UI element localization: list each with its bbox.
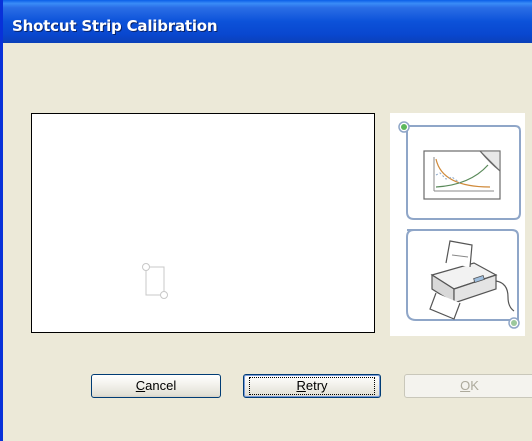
dialog-client-area: Cancel Retry OK	[3, 43, 532, 441]
cancel-label: ancel	[145, 378, 177, 393]
cancel-button[interactable]: Cancel	[91, 374, 221, 398]
retry-label: etry	[305, 378, 328, 393]
crop-rectangle-icon	[142, 263, 168, 299]
ok-accelerator: O	[460, 378, 471, 393]
retry-accelerator: R	[296, 378, 306, 393]
preview-area	[31, 113, 375, 333]
cancel-accelerator: C	[135, 378, 146, 393]
window-title: Shotcut Strip Calibration	[12, 17, 218, 35]
printer-icon	[429, 240, 515, 320]
ok-button[interactable]: OK	[404, 374, 532, 398]
curve-chart-icon	[423, 150, 501, 200]
title-bar[interactable]: Shotcut Strip Calibration	[3, 0, 532, 43]
step-illustrations	[398, 121, 521, 329]
step-panel	[390, 113, 525, 336]
ok-label: K	[470, 378, 479, 393]
calibration-dialog: Shotcut Strip Calibration Cancel Retry O…	[0, 0, 532, 441]
retry-button[interactable]: Retry	[243, 374, 381, 398]
